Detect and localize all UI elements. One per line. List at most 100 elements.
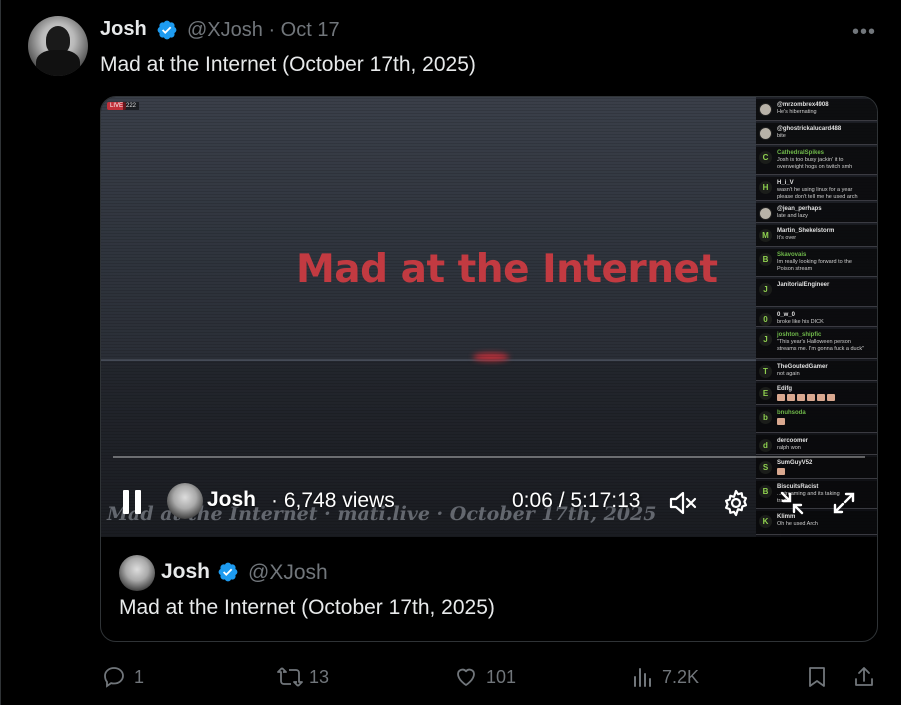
views-button[interactable]: 7.2K: [632, 664, 699, 690]
chat-username: @mrzombrex4908: [777, 102, 829, 108]
chat-username: Skavovais: [777, 252, 807, 258]
chat-username: Edifg: [777, 386, 792, 392]
pause-button[interactable]: [123, 490, 143, 514]
quote-verified-badge-icon: [218, 562, 238, 582]
chat-username: @ghostrickalucard488: [777, 126, 842, 132]
chat-user-initial-icon: M: [759, 229, 772, 242]
chat-user-initial-icon: S: [759, 461, 772, 474]
author-handle[interactable]: @XJosh: [187, 19, 263, 41]
bookmark-button[interactable]: [806, 664, 828, 690]
chat-emote: [777, 418, 785, 425]
bookmark-icon: [809, 667, 825, 687]
like-count: 101: [486, 666, 517, 687]
chat-username: H_i_V: [777, 180, 794, 186]
chat-message: S SumGuyV52: [756, 457, 877, 479]
video-card[interactable]: LIVE 222 Mad at the Internet @mrzombrex4…: [100, 96, 878, 642]
chat-message: E Edifg: [756, 383, 877, 405]
author-avatar[interactable]: [28, 16, 88, 76]
chat-message: @ghostrickalucard488 bite: [756, 123, 877, 145]
chat-emote: [777, 394, 785, 401]
views-count: 7.2K: [662, 666, 700, 687]
chat-username: joshton_shipfic: [777, 332, 822, 338]
post-date[interactable]: · Oct 17: [268, 19, 339, 41]
chat-text: bite: [777, 133, 786, 139]
chat-user-initial-icon: J: [759, 333, 772, 346]
chat-text: It's over: [777, 235, 797, 241]
chat-message: B Skavovais Im really looking forward to t…: [756, 249, 877, 277]
chat-text: ralph won: [777, 445, 801, 451]
author-handle-date[interactable]: @XJosh · Oct 17: [187, 19, 340, 42]
chat-emote: [797, 394, 805, 401]
left-border: [0, 0, 1, 705]
quote-author-name[interactable]: Josh: [161, 560, 210, 584]
chat-user-initial-icon: B: [759, 253, 772, 266]
minimize-icon[interactable]: [777, 488, 807, 518]
viewer-count: 222: [123, 102, 140, 110]
quote-author-avatar[interactable]: [119, 555, 155, 591]
chat-message: 0 0_w_0 broke like his DICK: [756, 309, 877, 327]
channel-avatar[interactable]: [167, 483, 203, 519]
time-display: 0:06 / 5:17:13: [512, 489, 641, 512]
video-player[interactable]: LIVE 222 Mad at the Internet @mrzombrex4…: [101, 97, 877, 537]
chat-emote: [817, 394, 825, 401]
chat-message: J JanitorialEngineer: [756, 279, 877, 307]
chat-username: @jean_perhaps: [777, 206, 822, 212]
settings-gear-icon[interactable]: [721, 488, 751, 518]
chat-emote: [807, 394, 815, 401]
chat-username: TheGoutedGamer: [777, 364, 828, 370]
video-title-overlay: Mad at the Internet: [296, 247, 718, 292]
chat-user-initial-icon: E: [759, 387, 772, 400]
share-icon: [855, 667, 873, 686]
chat-message: @jean_perhaps late and lazy: [756, 203, 877, 223]
quote-text: Mad at the Internet (October 17th, 2025): [119, 596, 495, 619]
chat-message: C CathedralSpikes Josh is too busy jackin'…: [756, 147, 877, 175]
chat-text: He's hibernating: [777, 109, 817, 115]
chat-username: dercoomer: [777, 438, 809, 444]
progress-bar[interactable]: [113, 456, 865, 458]
chat-text: broke like his DICK: [777, 319, 824, 325]
chat-user-initial-icon: H: [759, 181, 772, 194]
chat-text: wasn't he using linux for a year: [777, 187, 853, 193]
chat-username: SumGuyV52: [777, 460, 813, 466]
chat-message: b bnuhsoda: [756, 407, 877, 433]
chat-text: Im really looking forward to the: [777, 259, 852, 265]
chat-emote: [787, 394, 795, 401]
chat-text: not again: [777, 371, 800, 377]
chat-user-avatar: [759, 103, 772, 116]
share-button[interactable]: [852, 664, 876, 690]
chat-emote: [777, 468, 785, 475]
reply-button[interactable]: 1: [102, 664, 144, 690]
chat-user-initial-icon: 0: [759, 313, 772, 326]
chat-username: JanitorialEngineer: [777, 282, 830, 288]
chat-username: CathedralSpikes: [777, 150, 825, 156]
chat-message: T TheGoutedGamer not again: [756, 361, 877, 381]
chat-user-initial-icon: K: [759, 515, 772, 528]
repost-icon: [277, 667, 303, 687]
repost-button[interactable]: 13: [277, 664, 329, 690]
chat-message: @mrzombrex4908 He's hibernating: [756, 99, 877, 121]
chat-text-line2: please don't tell me he used arch: [777, 194, 858, 200]
verified-badge-icon: [157, 20, 177, 40]
chat-message: Jjoshton_shipfic "This year's Halloween p…: [756, 329, 877, 359]
mute-icon[interactable]: [667, 488, 697, 518]
chat-text-line2: streams me. I'm gonna fuck a duck": [777, 346, 865, 352]
chat-username: Martin_Shekelstorm: [777, 228, 835, 234]
channel-name[interactable]: Josh: [207, 488, 256, 512]
fullscreen-icon[interactable]: [829, 488, 859, 518]
chat-user-initial-icon: b: [759, 411, 772, 424]
chat-text: "This year's Halloween person: [777, 339, 851, 345]
author-name[interactable]: Josh: [100, 18, 147, 41]
heart-icon: [457, 668, 475, 686]
reply-count: 1: [134, 666, 145, 687]
like-button[interactable]: 101: [454, 664, 516, 690]
quote-author-handle[interactable]: @XJosh: [248, 561, 328, 585]
chat-emote: [827, 394, 835, 401]
view-count: · 6,748 views: [271, 489, 395, 512]
chat-message: K Klimm Oh he used Arch: [756, 511, 877, 535]
reply-icon: [104, 667, 124, 688]
chat-message: M Martin_Shekelstorm It's over: [756, 225, 877, 247]
chat-user-initial-icon: B: [759, 485, 772, 498]
chat-text: Oh he used Arch: [777, 521, 818, 527]
more-options-icon[interactable]: •••: [852, 21, 876, 44]
chat-user-initial-icon: C: [759, 151, 772, 164]
